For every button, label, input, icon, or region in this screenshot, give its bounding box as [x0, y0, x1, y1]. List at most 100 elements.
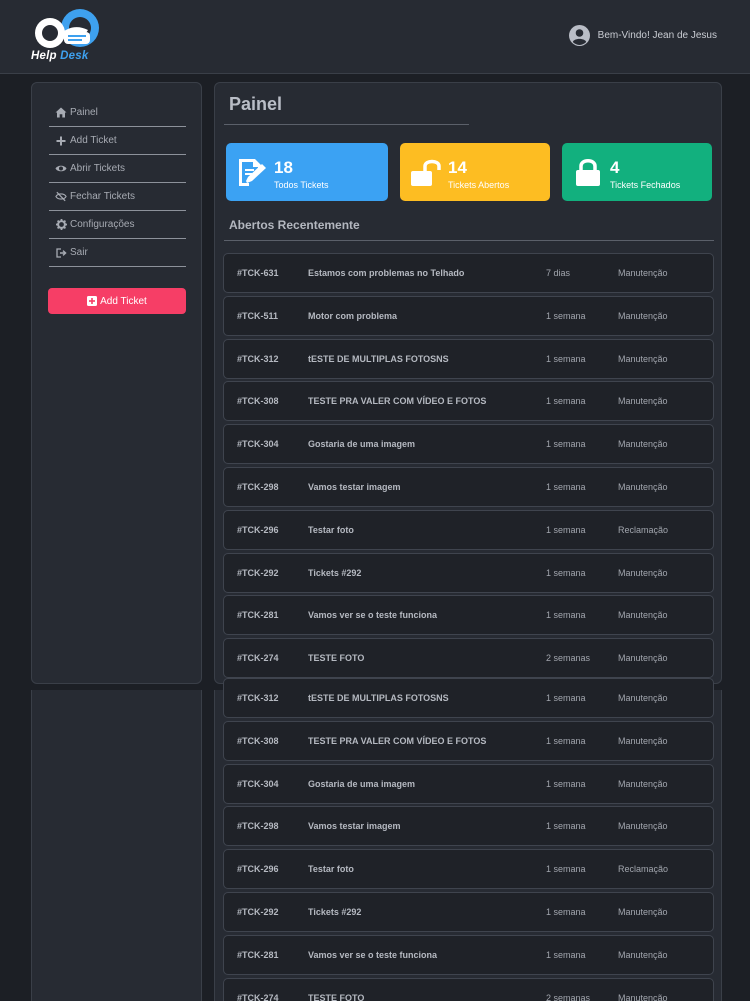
- ticket-id: #TCK-308: [237, 735, 279, 746]
- ticket-time: 1 semana: [546, 906, 586, 917]
- ticket-title: Testar foto: [308, 864, 354, 875]
- ticket-time: 1 semana: [546, 610, 586, 621]
- ticket-category: Manutenção: [618, 268, 668, 278]
- ticket-time: 1 semana: [546, 439, 586, 450]
- ticket-category: Manutenção: [618, 567, 668, 578]
- ticket-title: tESTE DE MULTIPLAS FOTOSNS: [308, 693, 449, 703]
- ticket-category: Manutenção: [618, 693, 668, 703]
- ticket-time: 1 semana: [546, 353, 586, 364]
- ticket-row[interactable]: #TCK-296 Testar foto 1 semana Reclamação: [223, 849, 714, 890]
- ticket-category: Manutenção: [618, 778, 668, 789]
- ticket-row[interactable]: #TCK-298 Vamos testar imagem 1 semana Manut…: [223, 806, 714, 847]
- sidebar-item-sair[interactable]: Sair: [49, 239, 186, 267]
- ticket-category: Manutenção: [618, 735, 668, 746]
- lock-icon: [576, 159, 600, 186]
- sidebar-add-ticket-button[interactable]: Add Ticket: [48, 288, 186, 314]
- ticket-title: TESTE FOTO: [308, 992, 365, 1001]
- ticket-category: Manutenção: [618, 949, 668, 960]
- recent-tickets-list: #TCK-631 Estamos com problemas no Telhado…: [223, 253, 714, 681]
- ticket-row[interactable]: #TCK-281 Vamos ver se o teste funciona 1 s…: [223, 934, 714, 975]
- sidebar-item-add-ticket[interactable]: Add Ticket: [49, 127, 186, 155]
- ticket-title: Vamos testar imagem: [308, 481, 401, 492]
- ticket-title: TESTE PRA VALER COM VÍDEO E FOTOS: [308, 735, 487, 746]
- user-menu[interactable]: Bem-Vindo! Jean de Jesus: [568, 24, 717, 46]
- ticket-title: Tickets #292: [308, 906, 362, 917]
- eye-icon: [55, 163, 67, 175]
- ticket-id: #TCK-292: [237, 567, 279, 578]
- ticket-id: #TCK-308: [237, 396, 279, 407]
- ticket-id: #TCK-296: [237, 864, 279, 875]
- ticket-row[interactable]: #TCK-298 Vamos testar imagem 1 semana Manut…: [223, 466, 714, 507]
- user-greeting: Bem-Vindo! Jean de Jesus: [597, 29, 717, 41]
- ticket-id: #TCK-312: [237, 353, 279, 364]
- ticket-time: 2 semanas: [546, 653, 591, 664]
- ticket-time: 1 semana: [546, 310, 586, 321]
- sidebar-item-abrir-tickets[interactable]: Abrir Tickets: [49, 155, 186, 183]
- ticket-category: Reclamação: [618, 864, 669, 875]
- ticket-title: tESTE DE MULTIPLAS FOTOSNS: [308, 353, 449, 364]
- card-closed-tickets[interactable]: 4 Tickets Fechados: [562, 143, 712, 201]
- sidebar-item-fechar-tickets[interactable]: Fechar Tickets: [49, 183, 186, 211]
- ticket-row[interactable]: #TCK-292 Tickets #292 1 semana Manutenção: [223, 552, 714, 593]
- ticket-row[interactable]: #TCK-296 Testar foto 1 semana Reclamação: [223, 509, 714, 550]
- card-label: Tickets Abertos: [448, 180, 510, 190]
- sidebar: Painel Add Ticket Abrir Tickets Fechar T…: [31, 82, 202, 684]
- ticket-id: #TCK-304: [237, 778, 279, 789]
- ticket-time: 1 semana: [546, 949, 586, 960]
- ticket-title: Motor com problema: [308, 310, 398, 321]
- card-all-tickets[interactable]: 18 Todos Tickets: [226, 143, 388, 201]
- ticket-row[interactable]: #TCK-312 tESTE DE MULTIPLAS FOTOSNS 1 sema…: [223, 338, 714, 379]
- ticket-row[interactable]: #TCK-281 Vamos ver se o teste funciona 1 s…: [223, 595, 714, 636]
- ticket-id: #TCK-511: [237, 310, 279, 321]
- ticket-title: TESTE PRA VALER COM VÍDEO E FOTOS: [308, 396, 487, 407]
- ticket-title: Vamos testar imagem: [308, 821, 401, 832]
- ticket-time: 1 semana: [546, 693, 586, 703]
- ticket-row[interactable]: #TCK-304 Gostaria de uma imagem 1 semana Ma…: [223, 424, 714, 465]
- recent-section-title: Abertos Recentemente: [229, 218, 360, 232]
- ticket-row[interactable]: #TCK-511 Motor com problema 1 semana Manute…: [223, 295, 714, 336]
- ticket-id: #TCK-298: [237, 821, 279, 832]
- home-icon: [55, 107, 67, 119]
- ticket-id: #TCK-281: [237, 610, 279, 621]
- card-count: 4: [610, 158, 620, 177]
- ticket-row[interactable]: #TCK-274 TESTE FOTO 2 semanas Manutenção: [223, 638, 714, 679]
- ticket-row[interactable]: #TCK-304 Gostaria de uma imagem 1 semana Ma…: [223, 763, 714, 804]
- ticket-row[interactable]: #TCK-631 Estamos com problemas no Telhado…: [223, 253, 714, 293]
- ticket-row[interactable]: #TCK-312 tESTE DE MULTIPLAS FOTOSNS 1 sema…: [223, 678, 714, 718]
- ticket-id: #TCK-281: [237, 949, 279, 960]
- ticket-category: Reclamação: [618, 524, 669, 535]
- ticket-row[interactable]: #TCK-308 TESTE PRA VALER COM VÍDEO E FOTO…: [223, 720, 714, 761]
- eye-slash-icon: [55, 191, 67, 203]
- user-circle-icon: [568, 24, 590, 46]
- ticket-row[interactable]: #TCK-274 TESTE FOTO 2 semanas Manutenção: [223, 977, 714, 1001]
- ticket-row[interactable]: #TCK-292 Tickets #292 1 semana Manutenção: [223, 891, 714, 932]
- sidebar-item-label: Add Ticket: [70, 135, 117, 146]
- ticket-title: Tickets #292: [308, 567, 362, 578]
- card-open-tickets[interactable]: 14 Tickets Abertos: [400, 143, 550, 201]
- ticket-category: Manutenção: [618, 992, 668, 1001]
- ticket-time: 1 semana: [546, 778, 586, 789]
- ticket-time: 7 dias: [546, 268, 571, 278]
- ticket-id: #TCK-298: [237, 481, 279, 492]
- ticket-title: TESTE FOTO: [308, 653, 365, 664]
- ticket-id: #TCK-304: [237, 439, 279, 450]
- ticket-time: 1 semana: [546, 864, 586, 875]
- sign-out-icon: [55, 247, 67, 259]
- card-count: 14: [448, 158, 467, 177]
- title-divider: [224, 124, 469, 125]
- ticket-time: 1 semana: [546, 735, 586, 746]
- sidebar-item-configuracoes[interactable]: Configurações: [49, 211, 186, 239]
- ticket-category: Manutenção: [618, 439, 668, 450]
- sidebar-item-label: Abrir Tickets: [70, 163, 126, 174]
- ticket-id: #TCK-312: [237, 693, 279, 703]
- ticket-row[interactable]: #TCK-308 TESTE PRA VALER COM VÍDEO E FOTO…: [223, 381, 714, 422]
- gear-icon: [55, 219, 67, 231]
- ticket-time: 1 semana: [546, 567, 586, 578]
- ticket-time: 1 semana: [546, 524, 586, 535]
- sidebar-item-painel[interactable]: Painel: [49, 99, 186, 127]
- ticket-title: Gostaria de uma imagem: [308, 439, 416, 450]
- ticket-id: #TCK-296: [237, 524, 279, 535]
- sidebar-scroll-duplicate: [31, 690, 202, 1001]
- ticket-category: Manutenção: [618, 653, 668, 664]
- helpdesk-logo[interactable]: Help Desk: [28, 6, 104, 64]
